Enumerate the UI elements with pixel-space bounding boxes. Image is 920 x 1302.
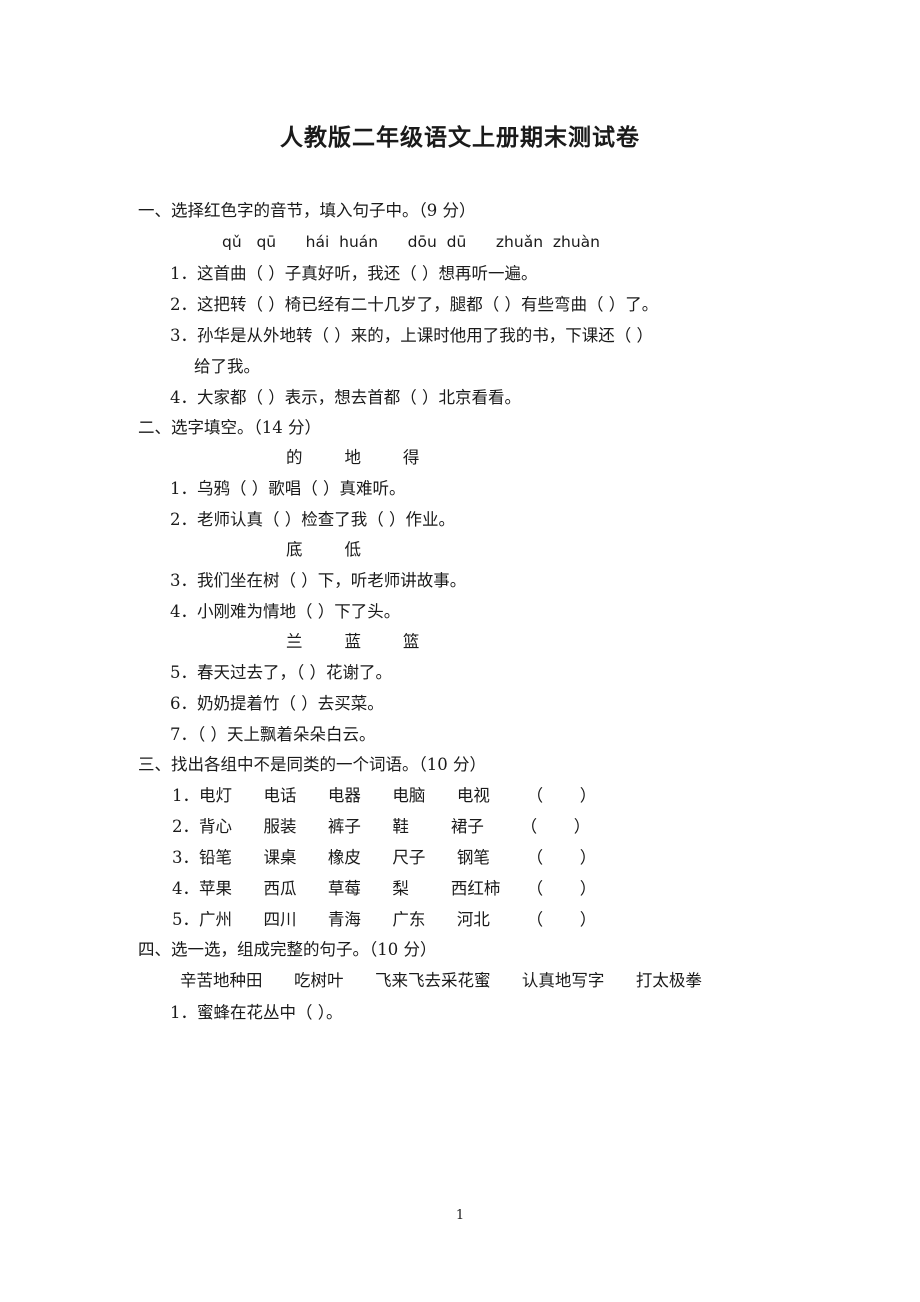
section-four: 四、选一选，组成完整的句子。（10 分） 辛苦地种田 吃树叶 飞来飞去采花蜜 认…	[138, 935, 798, 1028]
section-two-question-5: 5．春天过去了，（ ）花谢了。	[170, 663, 392, 682]
section-two-question-4: 4．小刚难为情地（ ）下了头。	[170, 602, 401, 621]
section-two-question-6: 6．奶奶提着竹（ ）去买菜。	[170, 694, 384, 713]
section-three-group-2: 2．背心 服装 裤子 鞋 裙子 （ ）	[172, 817, 591, 836]
section-two-question-7: 7．（ ）天上飘着朵朵白云。	[170, 725, 376, 744]
section-three-group-5: 5．广州 四川 青海 广东 河北 （ ）	[172, 910, 597, 929]
exam-body: 一、选择红色字的音节，填入句子中。（9 分） qǔ qū hái huán dō…	[138, 196, 798, 1028]
section-one-question-2: 2．这把转（ ）椅已经有二十几岁了，腿都（ ）有些弯曲（ ）了。	[170, 295, 659, 314]
section-one-pinyin-options: qǔ qū hái huán dōu dū zhuǎn zhuàn	[222, 233, 600, 251]
section-three-group-4: 4．苹果 西瓜 草莓 梨 西红柿 （ ）	[172, 879, 597, 898]
page-title: 人教版二年级语文上册期末测试卷	[280, 125, 640, 151]
section-two-choices-row-1: 的 地 得	[286, 448, 420, 467]
section-one: 一、选择红色字的音节，填入句子中。（9 分） qǔ qū hái huán dō…	[138, 196, 798, 413]
section-three-group-1: 1．电灯 电话 电器 电脑 电视 （ ）	[172, 786, 597, 805]
section-two-question-3: 3．我们坐在树（ ）下，听老师讲故事。	[170, 571, 467, 590]
section-two-question-2: 2．老师认真（ ）检查了我（ ）作业。	[170, 510, 455, 529]
section-two: 二、选字填空。（14 分） 的 地 得 1．乌鸦（ ）歌唱（ ）真难听。 2．老…	[138, 413, 798, 750]
section-one-question-1: 1．这首曲（ ）子真好听，我还（ ）想再听一遍。	[170, 264, 538, 283]
section-four-heading: 四、选一选，组成完整的句子。（10 分）	[138, 940, 437, 959]
exam-paper-page: 人教版二年级语文上册期末测试卷 一、选择红色字的音节，填入句子中。（9 分） q…	[0, 0, 920, 1302]
section-one-heading: 一、选择红色字的音节，填入句子中。（9 分）	[138, 201, 476, 220]
section-three-heading: 三、找出各组中不是同类的一个词语。（10 分）	[138, 755, 486, 774]
section-three-group-3: 3．铅笔 课桌 橡皮 尺子 钢笔 （ ）	[172, 848, 597, 867]
page-number: 1	[455, 1208, 465, 1223]
section-two-choices-row-2: 底 低	[286, 540, 361, 559]
section-two-choices-row-3: 兰 蓝 篮	[286, 632, 420, 651]
section-one-question-3-continuation: 给了我。	[194, 357, 260, 376]
section-four-question-1: 1．蜜蜂在花丛中（ ）。	[170, 1003, 343, 1022]
section-one-question-4: 4．大家都（ ）表示，想去首都（ ）北京看看。	[170, 388, 521, 407]
section-two-question-1: 1．乌鸦（ ）歌唱（ ）真难听。	[170, 479, 406, 498]
section-two-heading: 二、选字填空。（14 分）	[138, 418, 321, 437]
section-four-word-bank: 辛苦地种田 吃树叶 飞来飞去采花蜜 认真地写字 打太极拳	[180, 971, 702, 990]
section-one-question-3: 3．孙华是从外地转（ ）来的，上课时他用了我的书，下课还（ ）	[170, 326, 653, 345]
section-three: 三、找出各组中不是同类的一个词语。（10 分） 1．电灯 电话 电器 电脑 电视…	[138, 750, 798, 935]
